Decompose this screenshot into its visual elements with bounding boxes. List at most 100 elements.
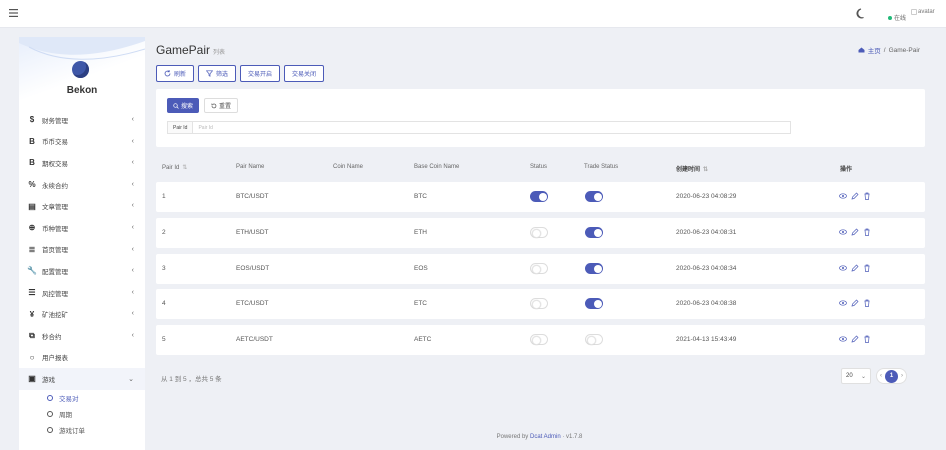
list-icon: ≣	[28, 244, 36, 254]
reset-button[interactable]: 重置	[204, 98, 239, 113]
edit-pencil-icon[interactable]	[851, 334, 859, 344]
view-eye-icon[interactable]	[839, 334, 847, 344]
footer-prefix: Powered by	[496, 434, 529, 440]
page-button-current[interactable]: 1	[885, 369, 898, 383]
sidebar-item-games[interactable]: ▣ 游戏 ⌄	[19, 368, 145, 390]
edit-pencil-icon[interactable]	[851, 298, 859, 308]
sidebar-item-spot-trade[interactable]: B 币币交易 ‹	[19, 131, 145, 153]
cell-created-at: 2020-06-23 04:08:31	[676, 229, 737, 236]
delete-trash-icon[interactable]	[863, 227, 871, 237]
chevron-left-icon: ‹	[131, 137, 134, 145]
trade-status-toggle[interactable]	[585, 298, 603, 309]
filter-panel: 搜索 重置 Pair Id	[156, 89, 925, 147]
hamburger-icon[interactable]	[9, 8, 19, 18]
edit-pencil-icon[interactable]	[851, 227, 859, 237]
sidebar-item-label: 首页管理	[42, 247, 68, 255]
submenu-item-label: 周期	[59, 411, 72, 419]
prev-page-button[interactable]: ‹	[880, 373, 882, 379]
search-button[interactable]: 搜索	[167, 98, 200, 113]
open-trade-button[interactable]: 交易开启	[240, 65, 281, 82]
trade-status-toggle[interactable]	[585, 334, 603, 345]
delete-trash-icon[interactable]	[863, 263, 871, 273]
view-eye-icon[interactable]	[839, 191, 847, 201]
cell-pair-name: ETC/USDT	[236, 300, 269, 307]
trade-status-toggle[interactable]	[585, 227, 603, 238]
cell-pair-name: BTC/USDT	[236, 193, 269, 200]
sidebar-item-config[interactable]: 🔧 配置管理 ‹	[19, 260, 145, 282]
breadcrumb-home-link[interactable]: 主页	[868, 45, 881, 55]
status-toggle[interactable]	[530, 263, 548, 274]
edit-pencil-icon[interactable]	[851, 191, 859, 201]
submenu-item-label: 交易对	[59, 395, 79, 403]
sidebar-item-label: 用户报表	[42, 355, 68, 363]
view-eye-icon[interactable]	[839, 263, 847, 273]
view-eye-icon[interactable]	[839, 298, 847, 308]
dashboard-icon[interactable]	[858, 47, 865, 53]
view-eye-icon[interactable]	[839, 227, 847, 237]
status-toggle[interactable]	[530, 227, 548, 238]
page-title-text: GamePair	[156, 43, 211, 57]
sidebar-item-second-contract[interactable]: ⧉ 秒合约 ‹	[19, 325, 145, 347]
column-header-base-coin-name: Base Coin Name	[414, 164, 460, 170]
sort-icon[interactable]: ⇅	[703, 167, 708, 173]
status-toggle[interactable]	[530, 191, 548, 202]
sidebar-item-label: 风控管理	[42, 290, 68, 298]
breadcrumb-current: Game-Pair	[888, 46, 920, 54]
status-toggle[interactable]	[530, 298, 548, 309]
table-row: 5 AETC/USDT AETC 2021-04-13 15:43:49	[156, 325, 925, 355]
submenu-item-trading-pair[interactable]: 交易对	[19, 390, 145, 406]
cell-pair-id: 3	[162, 265, 166, 272]
close-trade-label: 交易关闭	[292, 72, 317, 78]
column-header-created-at[interactable]: 创建时间 ⇅	[676, 164, 708, 173]
table-row: 3 EOS/USDT EOS 2020-06-23 04:08:34	[156, 254, 925, 284]
per-page-select[interactable]: 20 ⌄	[841, 368, 871, 384]
broken-image-icon	[911, 9, 917, 15]
newspaper-icon: ▤	[28, 201, 36, 211]
funnel-icon	[206, 70, 214, 77]
cell-pair-id: 5	[162, 336, 166, 343]
edit-pencil-icon[interactable]	[851, 263, 859, 273]
sidebar-item-mining[interactable]: ¥ 矿池挖矿 ‹	[19, 303, 145, 325]
sidebar-item-risk[interactable]: ☰ 风控管理 ‹	[19, 282, 145, 304]
avatar[interactable]: avatar	[911, 9, 935, 15]
sidebar-item-finance[interactable]: $ 财务管理 ‹	[19, 109, 145, 131]
delete-trash-icon[interactable]	[863, 334, 871, 344]
column-header-pair-id[interactable]: Pair Id ⇅	[162, 164, 187, 171]
delete-trash-icon[interactable]	[863, 298, 871, 308]
submenu-item-period[interactable]: 周期	[19, 406, 145, 422]
filter-button[interactable]: 筛选	[198, 65, 237, 82]
table-row: 2 ETH/USDT ETH 2020-06-23 04:08:31	[156, 218, 925, 248]
brand-logo-icon	[72, 61, 89, 78]
row-actions	[839, 227, 871, 237]
trade-status-toggle[interactable]	[585, 191, 603, 202]
moon-icon[interactable]	[856, 8, 867, 19]
sidebar-item-perpetual[interactable]: % 永续合约 ‹	[19, 174, 145, 196]
search-label: 搜索	[181, 104, 194, 110]
status-toggle[interactable]	[530, 334, 548, 345]
cell-pair-name: AETC/USDT	[236, 336, 273, 343]
sidebar-item-coins[interactable]: ⊕ 币种管理 ‹	[19, 217, 145, 239]
pair-id-input[interactable]	[193, 124, 784, 131]
sort-icon[interactable]: ⇅	[182, 165, 187, 171]
delete-trash-icon[interactable]	[863, 191, 871, 201]
footer-link[interactable]: Dcat Admin	[530, 434, 561, 440]
sidebar-item-label: 游戏	[42, 376, 55, 384]
chevron-down-icon: ⌄	[860, 374, 866, 380]
sidebar-item-user-report[interactable]: ○ 用户报表	[19, 347, 145, 369]
trade-status-toggle[interactable]	[585, 263, 603, 274]
circle-outline-icon	[47, 394, 53, 401]
top-navbar: 在线 avatar	[0, 0, 946, 28]
bitcoin-icon: B	[29, 136, 35, 146]
refresh-button[interactable]: 刷新	[156, 65, 195, 82]
row-actions	[839, 298, 871, 308]
sidebar-item-options[interactable]: B 期权交易 ‹	[19, 152, 145, 174]
bars-icon: ☰	[28, 288, 36, 298]
sidebar-item-articles[interactable]: ▤ 文章管理 ‹	[19, 195, 145, 217]
reset-label: 重置	[219, 104, 232, 110]
breadcrumb-separator: /	[883, 46, 886, 54]
chevron-left-icon: ‹	[131, 116, 134, 123]
sidebar-item-home-manage[interactable]: ≣ 首页管理 ‹	[19, 239, 145, 261]
close-trade-button[interactable]: 交易关闭	[284, 65, 325, 82]
pair-id-filter: Pair Id	[167, 121, 791, 134]
next-page-button[interactable]: ›	[901, 373, 903, 379]
